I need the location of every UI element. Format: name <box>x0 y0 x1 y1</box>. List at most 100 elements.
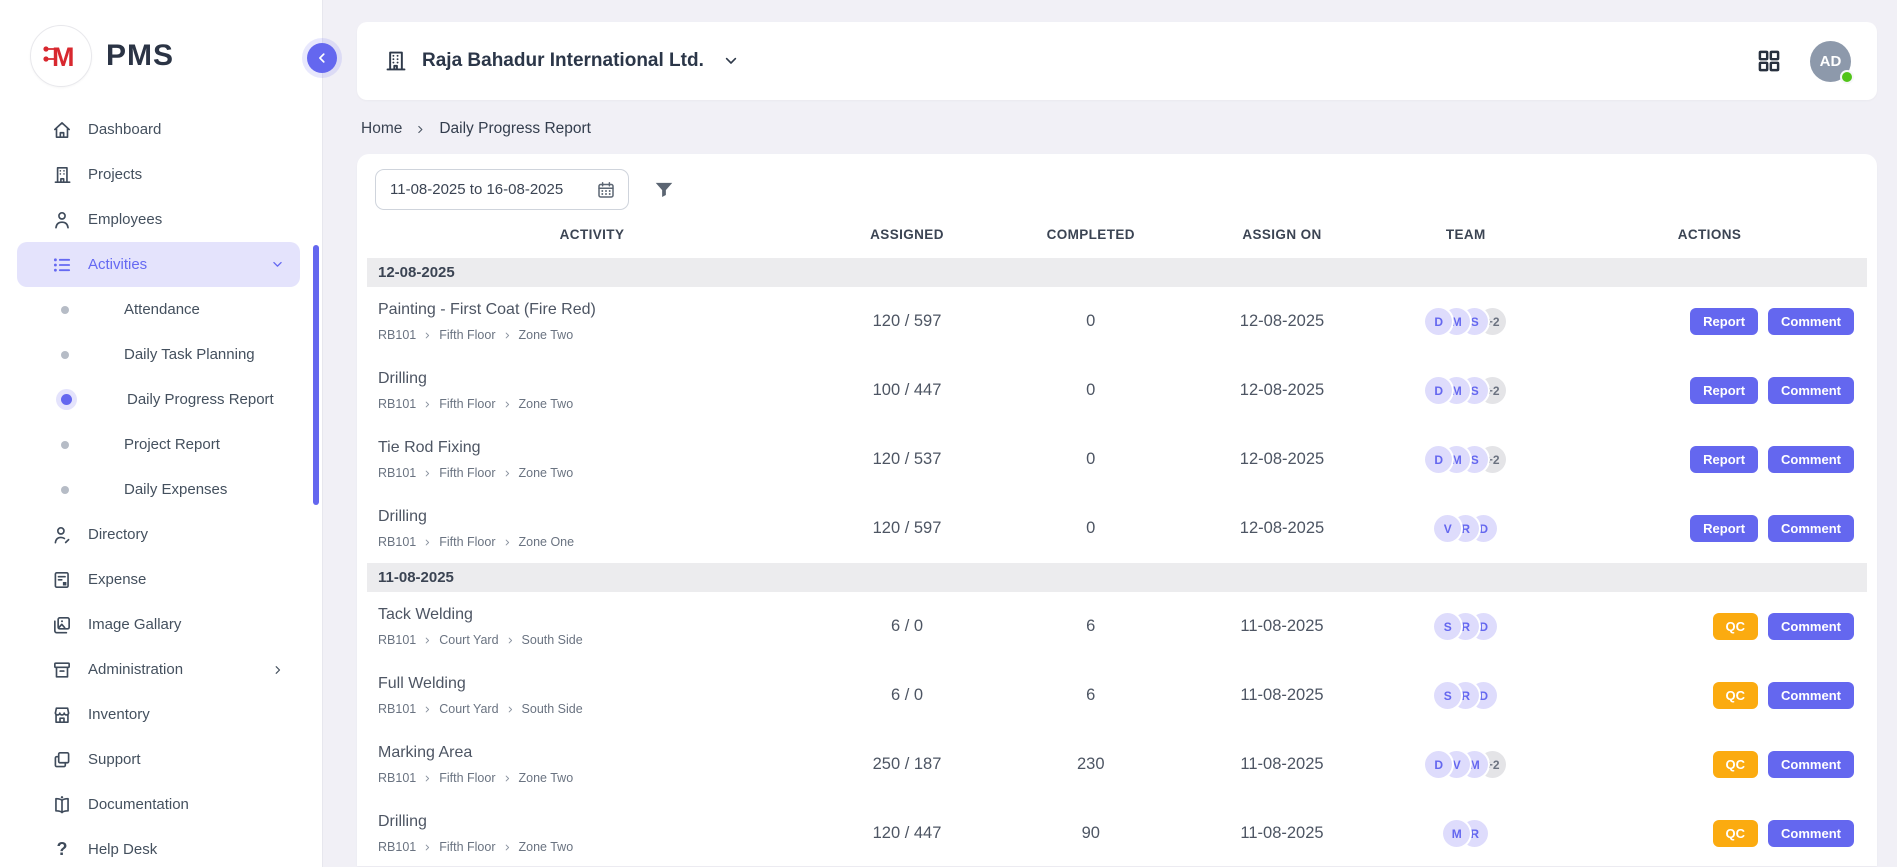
sidebar-scrollbar-thumb[interactable] <box>313 245 319 505</box>
comment-button[interactable]: Comment <box>1768 377 1854 404</box>
person-search-icon <box>51 524 73 546</box>
report-button[interactable]: Report <box>1690 515 1758 542</box>
comment-button[interactable]: Comment <box>1768 308 1854 335</box>
breadcrumb: Home Daily Progress Report <box>357 100 1877 154</box>
team-avatars: S R D <box>1380 613 1553 640</box>
sidebar-item-label: Documentation <box>88 796 189 813</box>
sidebar-item-employees[interactable]: Employees <box>17 197 300 242</box>
completed-value: 0 <box>997 312 1185 331</box>
location-segment: Fifth Floor <box>439 466 495 480</box>
chevron-right-icon <box>423 636 432 645</box>
sidebar-item-documentation[interactable]: Documentation <box>17 782 300 827</box>
report-button[interactable]: Report <box>1690 377 1758 404</box>
comment-button[interactable]: Comment <box>1768 751 1854 778</box>
qc-button[interactable]: QC <box>1713 613 1759 640</box>
collapse-sidebar-button[interactable] <box>307 43 337 73</box>
sidebar-item-help-desk[interactable]: ? Help Desk <box>17 827 300 867</box>
sidebar-item-projects[interactable]: Projects <box>17 152 300 197</box>
image-icon <box>51 614 73 636</box>
activity-title: Tie Rod Fixing <box>378 439 817 457</box>
location-segment: Fifth Floor <box>439 397 495 411</box>
team-avatars: M R <box>1380 820 1553 847</box>
open-book-icon <box>51 794 73 816</box>
report-button[interactable]: Report <box>1690 308 1758 335</box>
sidebar-item-inventory[interactable]: Inventory <box>17 692 300 737</box>
table-row: Tie Rod Fixing RB101 Fifth Floor Zone Tw… <box>367 425 1867 494</box>
team-avatars: D M S +2 <box>1380 377 1553 404</box>
comment-button[interactable]: Comment <box>1768 613 1854 640</box>
completed-value: 90 <box>997 824 1185 843</box>
qc-button[interactable]: QC <box>1713 751 1759 778</box>
breadcrumb-home[interactable]: Home <box>361 120 402 138</box>
activity-title: Tack Welding <box>378 606 817 624</box>
chevron-right-icon <box>506 636 515 645</box>
chevron-right-icon <box>506 705 515 714</box>
chevron-right-icon <box>415 124 426 135</box>
location-segment: RB101 <box>378 702 416 716</box>
sidebar-subitem-attendance[interactable]: Attendance <box>17 287 300 332</box>
sidebar-item-administration[interactable]: Administration <box>17 647 300 692</box>
sidebar-item-label: Employees <box>88 211 162 228</box>
location-segment: Fifth Floor <box>439 328 495 342</box>
apps-grid-icon[interactable] <box>1756 48 1782 74</box>
building-icon <box>383 48 409 74</box>
chevron-right-icon <box>423 400 432 409</box>
team-avatars: D M S +2 <box>1380 446 1553 473</box>
assigned-value: 120 / 597 <box>817 312 997 331</box>
comment-button[interactable]: Comment <box>1768 682 1854 709</box>
receipt-icon <box>51 569 73 591</box>
sidebar-subitem-label: Attendance <box>124 301 200 318</box>
date-group-header: 11-08-2025 <box>367 563 1867 592</box>
sidebar-item-directory[interactable]: Directory <box>17 512 300 557</box>
sidebar-item-label: Activities <box>88 256 147 273</box>
bullet-icon <box>61 486 69 494</box>
comment-button[interactable]: Comment <box>1768 820 1854 847</box>
location-segment: Zone Two <box>519 771 574 785</box>
sidebar-subitem-daily-progress-report[interactable]: Daily Progress Report <box>17 377 300 422</box>
activity-title: Drilling <box>378 813 817 831</box>
location-segment: Court Yard <box>439 633 498 647</box>
sidebar-item-image-gallery[interactable]: Image Gallary <box>17 602 300 647</box>
qc-button[interactable]: QC <box>1713 820 1759 847</box>
app-logo: M PMS <box>0 0 322 105</box>
sidebar-subitem-daily-expenses[interactable]: Daily Expenses <box>17 467 300 512</box>
svg-text:M: M <box>52 42 75 72</box>
qc-button[interactable]: QC <box>1713 682 1759 709</box>
assigned-value: 100 / 447 <box>817 381 997 400</box>
location-segment: RB101 <box>378 840 416 854</box>
bullet-icon <box>61 306 69 314</box>
sidebar-item-label: Directory <box>88 526 148 543</box>
sidebar-subitem-project-report[interactable]: Project Report <box>17 422 300 467</box>
completed-value: 6 <box>997 617 1185 636</box>
sidebar-item-expense[interactable]: Expense <box>17 557 300 602</box>
logo-mark-icon: M <box>30 25 92 87</box>
sidebar-item-activities[interactable]: Activities <box>17 242 300 287</box>
activity-location: RB101 Fifth Floor Zone Two <box>378 771 817 785</box>
user-avatar[interactable]: AD <box>1810 41 1851 82</box>
comment-button[interactable]: Comment <box>1768 515 1854 542</box>
company-selector[interactable]: Raja Bahadur International Ltd. <box>383 48 739 74</box>
comment-button[interactable]: Comment <box>1768 446 1854 473</box>
activity-location: RB101 Fifth Floor Zone Two <box>378 328 817 342</box>
column-header-actions: ACTIONS <box>1552 227 1867 242</box>
assign-on-value: 11-08-2025 <box>1185 686 1380 705</box>
completed-value: 0 <box>997 381 1185 400</box>
team-avatars: V R D <box>1380 515 1553 542</box>
filter-funnel-icon[interactable] <box>653 179 675 201</box>
sidebar-subitem-daily-task-planning[interactable]: Daily Task Planning <box>17 332 300 377</box>
chevron-right-icon <box>423 331 432 340</box>
activity-title: Painting - First Coat (Fire Red) <box>378 301 817 319</box>
date-range-input[interactable]: 11-08-2025 to 16-08-2025 <box>375 169 629 210</box>
sidebar-item-support[interactable]: Support <box>17 737 300 782</box>
report-button[interactable]: Report <box>1690 446 1758 473</box>
chevron-right-icon <box>423 843 432 852</box>
team-avatars: S R D <box>1380 682 1553 709</box>
activity-title: Marking Area <box>378 744 817 762</box>
column-header-assign-on: ASSIGN ON <box>1185 227 1380 242</box>
sidebar-item-dashboard[interactable]: Dashboard <box>17 107 300 152</box>
sidebar: M PMS Dashboard Projects Employees Activ… <box>0 0 323 867</box>
sidebar-subitem-label: Daily Task Planning <box>124 346 255 363</box>
chevron-right-icon <box>423 705 432 714</box>
location-segment: Fifth Floor <box>439 840 495 854</box>
location-segment: South Side <box>522 633 583 647</box>
